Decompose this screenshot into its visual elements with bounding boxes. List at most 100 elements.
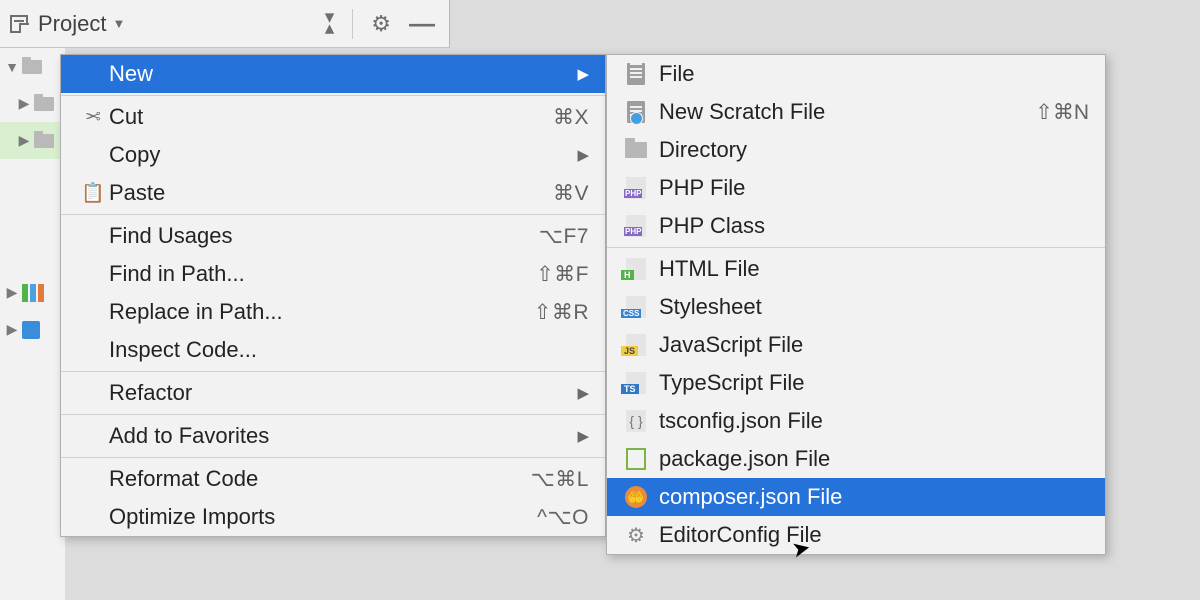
menu-item-label: composer.json File [659, 484, 1089, 510]
context-menu-item[interactable]: 📋Paste⌘V [61, 174, 605, 212]
new-menu-item[interactable]: package.json File [607, 440, 1105, 478]
tree-row[interactable]: ▶ [0, 274, 65, 311]
context-menu-item[interactable]: Add to Favorites▶ [61, 417, 605, 455]
composer-icon: 🤲 [623, 485, 649, 509]
context-menu-item[interactable]: Optimize Imports^⌥O [61, 498, 605, 536]
folder-icon [22, 60, 42, 74]
context-menu-item[interactable]: Replace in Path...⇧⌘R [61, 293, 605, 331]
menu-item-label: New [109, 61, 569, 87]
context-menu-item[interactable]: Find Usages⌥F7 [61, 217, 605, 255]
file-icon [623, 62, 649, 86]
menu-item-label: TypeScript File [659, 370, 1089, 396]
tree-row[interactable]: ▶ [0, 122, 65, 159]
scratch-icon [623, 100, 649, 124]
project-toolbar: Project ▼ ▾▴ ⚙ — [0, 0, 450, 48]
node-icon [623, 447, 649, 471]
collapse-icon[interactable]: ▾▴ [321, 9, 339, 38]
context-menu-item[interactable]: New ▶ [61, 55, 605, 93]
php-icon: PHP [623, 214, 649, 238]
new-menu-item[interactable]: PHP PHP File [607, 169, 1105, 207]
new-menu-item[interactable]: ⚙ EditorConfig File [607, 516, 1105, 554]
project-icon [10, 15, 28, 33]
clipboard-icon: 📋 [77, 181, 109, 205]
submenu-arrow-icon: ▶ [577, 65, 589, 83]
tree-expand-icon[interactable]: ▶ [4, 321, 20, 338]
tree-row[interactable]: ▼ [0, 48, 65, 85]
context-menu-item[interactable]: ✂Cut⌘X [61, 98, 605, 136]
menu-item-label: Cut [109, 104, 553, 130]
tree-row[interactable]: ▶ [0, 311, 65, 348]
menu-item-label: Find Usages [109, 223, 539, 249]
new-submenu: File New Scratch File⇧⌘N Directory PHP PHP F… [606, 54, 1106, 555]
tsconf-icon: { } [623, 409, 649, 433]
menu-shortcut: ⇧⌘R [534, 300, 589, 325]
folder-icon [34, 134, 54, 148]
new-menu-item[interactable]: { } tsconfig.json File [607, 402, 1105, 440]
context-menu-item[interactable]: Reformat Code⌥⌘L [61, 460, 605, 498]
menu-shortcut: ⇧⌘F [536, 262, 589, 287]
new-menu-item[interactable]: New Scratch File⇧⌘N [607, 93, 1105, 131]
menu-shortcut: ^⌥O [537, 505, 589, 530]
submenu-arrow-icon: ▶ [577, 146, 589, 164]
menu-shortcut: ⌘X [553, 105, 589, 130]
menu-item-label: New Scratch File [659, 99, 1035, 125]
tree-row[interactable]: ▶ [0, 85, 65, 122]
submenu-arrow-icon: ▶ [577, 427, 589, 445]
terminal-icon [22, 321, 40, 339]
ts-icon: TS [623, 371, 649, 395]
context-menu-item[interactable]: Find in Path...⇧⌘F [61, 255, 605, 293]
project-tree-sidebar: ▼ ▶ ▶ ▶ ▶ [0, 48, 65, 600]
new-menu-item[interactable]: 🤲 composer.json File [607, 478, 1105, 516]
menu-item-label: Directory [659, 137, 1089, 163]
gear-icon[interactable]: ⚙ [367, 7, 395, 41]
php-icon: PHP [623, 176, 649, 200]
menu-separator [61, 95, 605, 96]
new-menu-item[interactable]: JS JavaScript File [607, 326, 1105, 364]
new-menu-item[interactable]: H HTML File [607, 250, 1105, 288]
menu-item-label: Refactor [109, 380, 569, 406]
project-dropdown-label[interactable]: Project [38, 11, 106, 37]
new-menu-item[interactable]: Directory [607, 131, 1105, 169]
menu-item-label: EditorConfig File [659, 522, 1089, 548]
menu-item-label: tsconfig.json File [659, 408, 1089, 434]
tree-expand-icon[interactable]: ▶ [16, 132, 32, 149]
menu-item-label: Paste [109, 180, 553, 206]
menu-item-label: Inspect Code... [109, 337, 589, 363]
context-menu: New▶✂Cut⌘XCopy▶📋Paste⌘VFind Usages⌥F7Fin… [60, 54, 606, 537]
new-menu-item[interactable]: File [607, 55, 1105, 93]
menu-item-label: Optimize Imports [109, 504, 537, 530]
chevron-down-icon[interactable]: ▼ [112, 16, 125, 31]
new-menu-item[interactable]: PHPPHP Class [607, 207, 1105, 245]
menu-item-label: HTML File [659, 256, 1089, 282]
tree-expand-icon[interactable]: ▶ [16, 95, 32, 112]
menu-item-label: PHP File [659, 175, 1089, 201]
menu-shortcut: ⌘V [553, 181, 589, 206]
menu-separator [61, 457, 605, 458]
dir-icon [623, 138, 649, 162]
menu-item-label: Reformat Code [109, 466, 531, 492]
tree-expand-icon[interactable]: ▶ [4, 284, 20, 301]
menu-item-label: Replace in Path... [109, 299, 534, 325]
menu-shortcut: ⇧⌘N [1035, 100, 1089, 125]
new-menu-item[interactable]: CSSStylesheet [607, 288, 1105, 326]
submenu-arrow-icon: ▶ [577, 384, 589, 402]
context-menu-item[interactable]: Copy ▶ [61, 136, 605, 174]
new-menu-item[interactable]: TS TypeScript File [607, 364, 1105, 402]
editorconf-icon: ⚙ [623, 523, 649, 547]
context-menu-item[interactable]: Refactor ▶ [61, 374, 605, 412]
menu-separator [61, 414, 605, 415]
menu-shortcut: ⌥⌘L [531, 467, 589, 492]
js-icon: JS [623, 333, 649, 357]
context-menu-item[interactable]: Inspect Code... [61, 331, 605, 369]
html-icon: H [623, 257, 649, 281]
menu-shortcut: ⌥F7 [539, 224, 589, 249]
menu-item-label: File [659, 61, 1089, 87]
tree-expand-icon[interactable]: ▼ [4, 59, 20, 75]
folder-icon [34, 97, 54, 111]
menu-item-label: JavaScript File [659, 332, 1089, 358]
css-icon: CSS [623, 295, 649, 319]
menu-item-label: package.json File [659, 446, 1089, 472]
hide-icon[interactable]: — [405, 4, 439, 43]
menu-item-label: Copy [109, 142, 569, 168]
scissors-icon: ✂ [77, 106, 109, 129]
